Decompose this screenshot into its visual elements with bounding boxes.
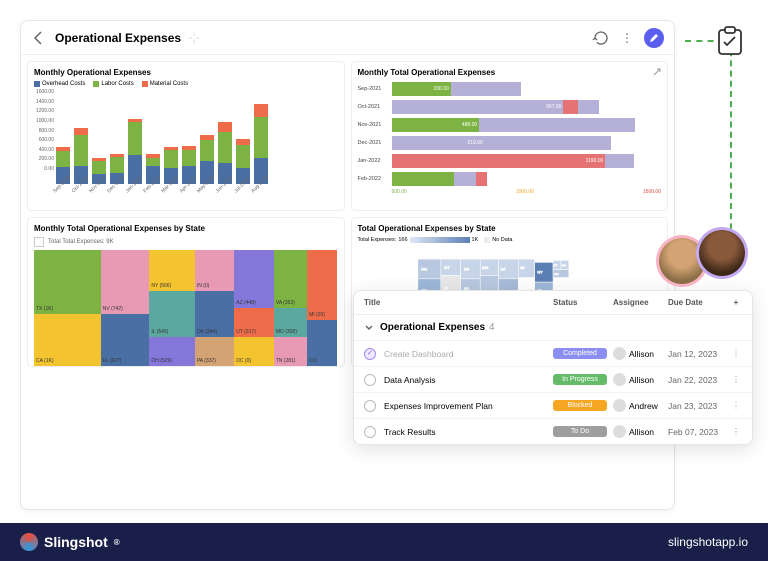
- add-task-button[interactable]: +: [730, 298, 742, 307]
- task-row[interactable]: Track ResultsTo Do AllisonFeb 07, 2023⋮: [354, 418, 752, 444]
- tasks-header: Title Status Assignee Due Date +: [354, 291, 752, 315]
- avatar: [696, 227, 748, 279]
- assignee-cell[interactable]: Allison: [613, 373, 668, 386]
- task-title: Data Analysis: [384, 375, 553, 385]
- task-row[interactable]: Create DashboardCompleted AllisonJan 12, …: [354, 340, 752, 366]
- task-group-header[interactable]: Operational Expenses 4: [354, 315, 752, 340]
- map-legend: Total Expenses: 166 1K No Data: [358, 237, 662, 243]
- bar-chart: 1600.001400.001200.001000.00800.00600.00…: [34, 89, 338, 184]
- more-icon[interactable]: ⋮: [618, 29, 636, 47]
- dashboard-header: Operational Expenses ⋮: [21, 21, 674, 55]
- svg-text:MN: MN: [482, 265, 488, 270]
- footer: Slingshot® slingshotapp.io: [0, 523, 768, 561]
- more-icon[interactable]: ⋮: [730, 348, 742, 359]
- card-title: Total Operational Expenses by State: [358, 224, 662, 233]
- svg-text:MT: MT: [444, 265, 450, 270]
- hbar-chart: Sep-2021330.00Oct-2021957.00Nov-2021488.…: [358, 81, 662, 187]
- assignee-cell[interactable]: Andrew: [613, 399, 668, 412]
- svg-text:ND: ND: [463, 266, 469, 271]
- svg-text:VT: VT: [553, 263, 557, 267]
- card-monthly-total: Monthly Total Operational Expenses Sep-2…: [351, 61, 669, 211]
- card-title: Monthly Total Operational Expenses: [358, 68, 662, 77]
- due-date: Jan 23, 2023: [668, 401, 730, 411]
- task-checkbox[interactable]: [364, 400, 376, 412]
- refresh-icon[interactable]: [592, 29, 610, 47]
- group-title: Operational Expenses: [380, 322, 485, 333]
- chevron-down-icon: [364, 323, 374, 333]
- column-date: Due Date: [668, 298, 730, 307]
- assignee-cell[interactable]: Allison: [613, 347, 668, 360]
- task-row[interactable]: Expenses Improvement PlanBlocked AndrewJa…: [354, 392, 752, 418]
- assignee-cell[interactable]: Allison: [613, 425, 668, 438]
- card-title: Monthly Total Operational Expenses by St…: [34, 224, 338, 233]
- more-icon[interactable]: ⋮: [730, 400, 742, 411]
- column-status: Status: [553, 298, 613, 307]
- svg-text:NH: NH: [561, 263, 565, 267]
- edit-button[interactable]: [644, 28, 664, 48]
- sparkle-icon: [187, 31, 201, 45]
- clipboard-icon: [717, 26, 743, 56]
- card-monthly-expenses: Monthly Operational Expenses Overhead Co…: [27, 61, 345, 211]
- expand-icon[interactable]: [653, 68, 661, 76]
- brand-logo: Slingshot®: [20, 533, 120, 551]
- avatar: [613, 425, 626, 438]
- due-date: Jan 22, 2023: [668, 375, 730, 385]
- status-badge[interactable]: Completed: [553, 348, 607, 359]
- column-title: Title: [364, 298, 553, 307]
- footer-url: slingshotapp.io: [668, 535, 748, 549]
- back-arrow-icon[interactable]: [31, 30, 47, 46]
- more-icon[interactable]: ⋮: [730, 426, 742, 437]
- svg-text:WI: WI: [500, 266, 505, 271]
- avatar: [613, 373, 626, 386]
- due-date: Feb 07, 2023: [668, 427, 730, 437]
- more-icon[interactable]: ⋮: [730, 374, 742, 385]
- column-assignee: Assignee: [613, 298, 668, 307]
- legend: Overhead Costs Labor Costs Material Cost…: [34, 81, 338, 87]
- task-title: Expenses Improvement Plan: [384, 401, 553, 411]
- avatar: [613, 399, 626, 412]
- card-treemap: Monthly Total Operational Expenses by St…: [27, 217, 345, 367]
- task-row[interactable]: Data AnalysisIn Progress AllisonJan 22, 2…: [354, 366, 752, 392]
- avatar: [613, 347, 626, 360]
- tasks-panel: Title Status Assignee Due Date + Operati…: [353, 290, 753, 445]
- task-title: Track Results: [384, 427, 553, 437]
- card-title: Monthly Operational Expenses: [34, 68, 338, 77]
- connector-line: [730, 40, 732, 260]
- svg-text:NY: NY: [537, 270, 543, 275]
- logo-mark-icon: [20, 533, 38, 551]
- status-badge[interactable]: Blocked: [553, 400, 607, 411]
- group-count: 4: [489, 322, 495, 333]
- svg-text:MI: MI: [520, 265, 524, 270]
- task-checkbox[interactable]: [364, 426, 376, 438]
- task-checkbox[interactable]: [364, 374, 376, 386]
- svg-text:WA: WA: [421, 266, 428, 271]
- grid-icon: [34, 237, 44, 247]
- page-title: Operational Expenses: [55, 31, 181, 45]
- due-date: Jan 12, 2023: [668, 349, 730, 359]
- status-badge[interactable]: In Progress: [553, 374, 607, 385]
- task-title: Create Dashboard: [384, 349, 553, 359]
- task-checkbox[interactable]: [364, 348, 376, 360]
- status-badge[interactable]: To Do: [553, 426, 607, 437]
- treemap: TX (1K)CA (1K)NV (742)FL (627)NY (566)IL…: [34, 250, 338, 366]
- svg-text:MA: MA: [554, 272, 558, 276]
